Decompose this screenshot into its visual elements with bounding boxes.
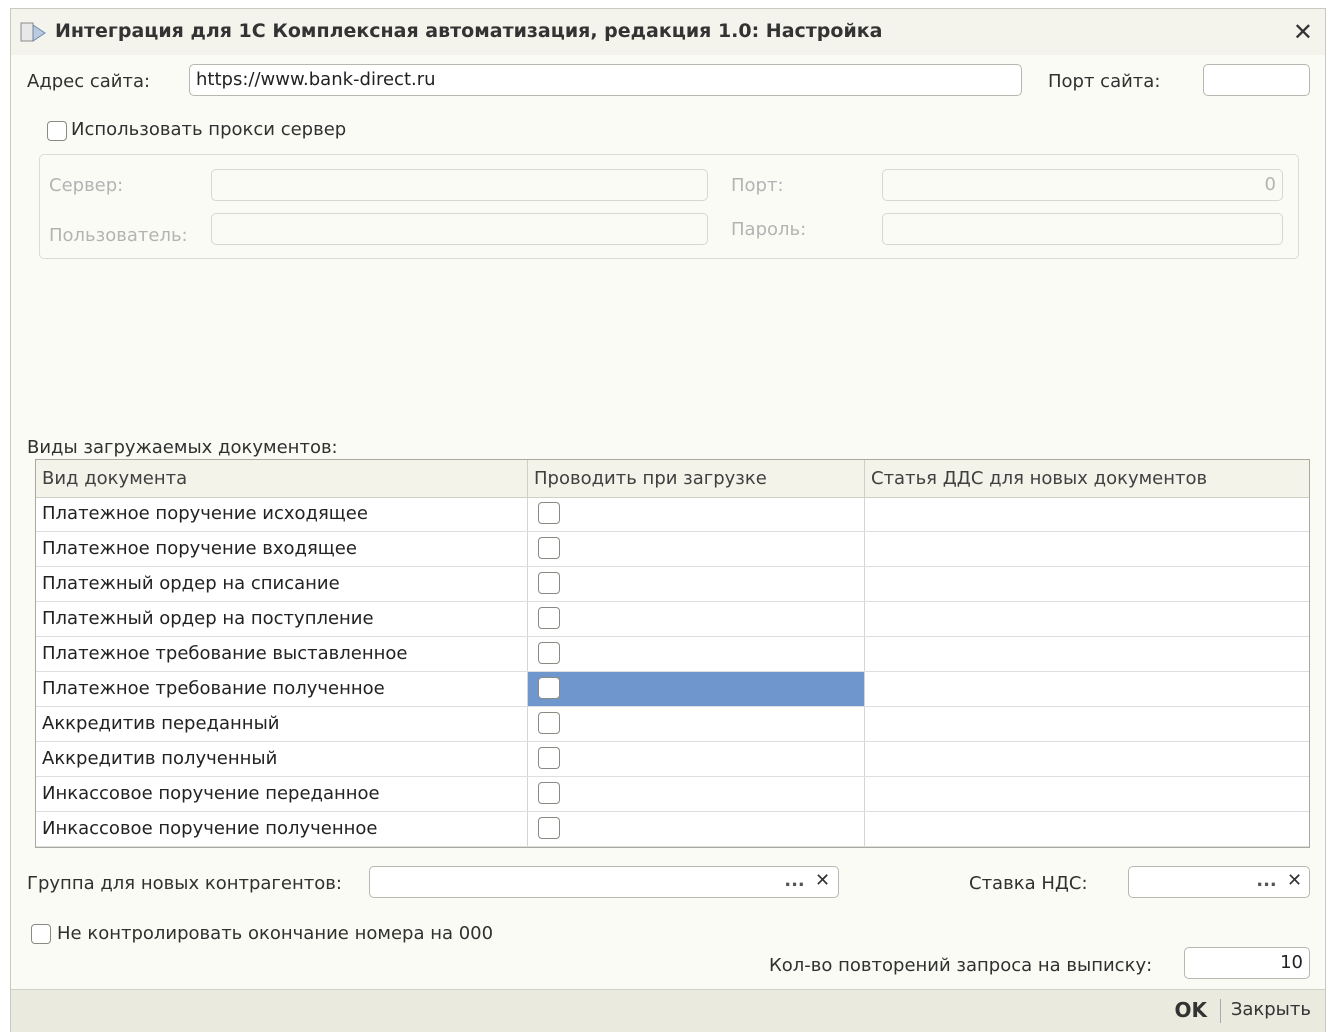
group-clear-icon[interactable]: ✕: [809, 866, 836, 898]
vat-select-button[interactable]: ...: [1253, 866, 1280, 898]
window-title: Интеграция для 1С Комплексная автоматиза…: [55, 20, 883, 42]
dds-item-cell[interactable]: [865, 532, 1309, 566]
post-on-load-checkbox[interactable]: [538, 817, 560, 839]
dds-item-cell[interactable]: [865, 567, 1309, 601]
footer-bar: OK Закрыть: [11, 989, 1325, 1032]
proxy-user-input[interactable]: [211, 213, 708, 245]
post-on-load-checkbox[interactable]: [538, 642, 560, 664]
dds-item-cell[interactable]: [865, 812, 1309, 846]
group-select-button[interactable]: ...: [781, 866, 808, 898]
retries-input[interactable]: 10: [1184, 947, 1310, 979]
proxy-server-label: Сервер:: [49, 175, 124, 196]
site-port-label: Порт сайта:: [1048, 71, 1161, 92]
proxy-user-label: Пользователь:: [49, 225, 188, 246]
post-on-load-cell[interactable]: [528, 602, 865, 636]
table-row[interactable]: Платежное поручение исходящее: [36, 497, 1309, 532]
doc-type-cell[interactable]: Платежный ордер на поступление: [36, 602, 528, 636]
doc-type-cell[interactable]: Инкассовое поручение полученное: [36, 812, 528, 846]
table-row[interactable]: Платежное требование выставленное: [36, 637, 1309, 672]
doc-type-cell[interactable]: Инкассовое поручение переданное: [36, 777, 528, 811]
post-on-load-cell[interactable]: [528, 742, 865, 776]
post-on-load-checkbox[interactable]: [538, 712, 560, 734]
dds-item-cell[interactable]: [865, 777, 1309, 811]
doc-type-cell[interactable]: Аккредитив полученный: [36, 742, 528, 776]
doc-type-cell[interactable]: Платежное требование полученное: [36, 672, 528, 706]
proxy-port-label: Порт:: [731, 175, 784, 196]
proxy-port-input[interactable]: 0: [882, 169, 1283, 201]
post-on-load-cell[interactable]: [528, 707, 865, 741]
documents-table-header: Вид документа Проводить при загрузке Ста…: [36, 460, 1309, 498]
column-header-dds-item[interactable]: Статья ДДС для новых документов: [865, 460, 1309, 497]
table-row[interactable]: Аккредитив переданный: [36, 707, 1309, 742]
table-row[interactable]: Платежное требование полученное: [36, 672, 1309, 707]
dds-item-cell[interactable]: [865, 637, 1309, 671]
dds-item-cell[interactable]: [865, 742, 1309, 776]
table-row[interactable]: Платежный ордер на поступление: [36, 602, 1309, 637]
documents-section-label: Виды загружаемых документов:: [27, 437, 338, 458]
no-control-000-label: Не контролировать окончание номера на 00…: [57, 923, 494, 944]
dds-item-cell[interactable]: [865, 602, 1309, 636]
column-header-post-on-load[interactable]: Проводить при загрузке: [528, 460, 865, 497]
doc-type-cell[interactable]: Аккредитив переданный: [36, 707, 528, 741]
post-on-load-checkbox[interactable]: [538, 537, 560, 559]
retries-label: Кол-во повторений запроса на выписку:: [769, 955, 1153, 976]
dds-item-cell[interactable]: [865, 672, 1309, 706]
dds-item-cell[interactable]: [865, 497, 1309, 531]
post-on-load-cell[interactable]: [528, 777, 865, 811]
footer-separator: [1220, 999, 1221, 1023]
settings-window: Интеграция для 1С Комплексная автоматиза…: [10, 8, 1326, 1032]
close-button[interactable]: Закрыть: [1231, 999, 1311, 1020]
app-icon: [20, 22, 46, 42]
site-address-label: Адрес сайта:: [27, 71, 151, 92]
post-on-load-cell[interactable]: [528, 567, 865, 601]
use-proxy-checkbox[interactable]: [47, 121, 67, 141]
doc-type-cell[interactable]: Платежное поручение исходящее: [36, 497, 528, 531]
post-on-load-checkbox[interactable]: [538, 782, 560, 804]
vat-clear-icon[interactable]: ✕: [1281, 866, 1308, 898]
table-row[interactable]: Инкассовое поручение переданное: [36, 777, 1309, 812]
ok-button[interactable]: OK: [1175, 998, 1208, 1022]
doc-type-cell[interactable]: Платежное поручение входящее: [36, 532, 528, 566]
table-row[interactable]: Аккредитив полученный: [36, 742, 1309, 777]
post-on-load-checkbox[interactable]: [538, 607, 560, 629]
site-port-input[interactable]: [1203, 64, 1310, 96]
post-on-load-cell[interactable]: [528, 812, 865, 846]
documents-table: Вид документа Проводить при загрузке Ста…: [35, 459, 1310, 848]
title-bar: Интеграция для 1С Комплексная автоматиза…: [11, 9, 1325, 55]
close-icon[interactable]: ✕: [1293, 17, 1313, 47]
group-input[interactable]: [369, 866, 839, 898]
no-control-000-checkbox[interactable]: [31, 924, 51, 944]
post-on-load-checkbox[interactable]: [538, 502, 560, 524]
site-address-input[interactable]: https://www.bank-direct.ru: [189, 64, 1022, 96]
proxy-password-input[interactable]: [882, 213, 1283, 245]
dds-item-cell[interactable]: [865, 707, 1309, 741]
column-header-doc-type[interactable]: Вид документа: [36, 460, 528, 497]
post-on-load-checkbox[interactable]: [538, 747, 560, 769]
doc-type-cell[interactable]: Платежный ордер на списание: [36, 567, 528, 601]
post-on-load-checkbox[interactable]: [538, 572, 560, 594]
table-row[interactable]: Платежный ордер на списание: [36, 567, 1309, 602]
table-row[interactable]: Платежное поручение входящее: [36, 532, 1309, 567]
post-on-load-cell[interactable]: [528, 637, 865, 671]
vat-rate-label: Ставка НДС:: [969, 873, 1088, 894]
post-on-load-checkbox[interactable]: [538, 677, 560, 699]
post-on-load-cell[interactable]: [528, 497, 865, 531]
use-proxy-label: Использовать прокси сервер: [71, 119, 347, 140]
table-row[interactable]: Инкассовое поручение полученное: [36, 812, 1309, 847]
post-on-load-cell[interactable]: [528, 672, 865, 706]
post-on-load-cell[interactable]: [528, 532, 865, 566]
group-label: Группа для новых контрагентов:: [27, 873, 342, 894]
proxy-password-label: Пароль:: [731, 219, 807, 240]
doc-type-cell[interactable]: Платежное требование выставленное: [36, 637, 528, 671]
proxy-server-input[interactable]: [211, 169, 708, 201]
